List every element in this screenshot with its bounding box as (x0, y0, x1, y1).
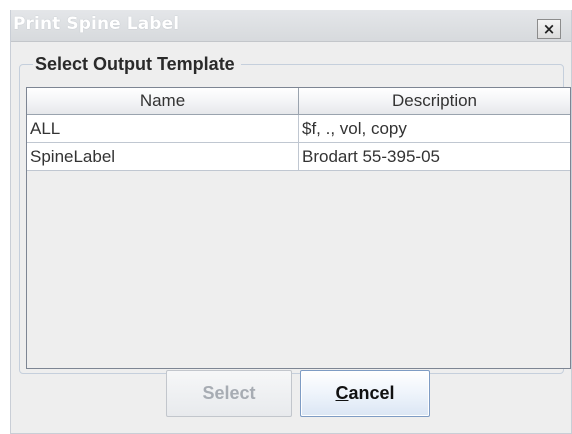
cancel-button[interactable]: Cancel (300, 370, 430, 417)
column-header-description[interactable]: Description (299, 88, 570, 114)
close-icon: × (542, 20, 556, 38)
group-title: Select Output Template (33, 54, 241, 75)
cancel-button-label: ancel (348, 383, 395, 403)
table-header: Name Description (27, 88, 570, 115)
select-button-label: Select (202, 383, 256, 403)
cell-name: SpineLabel (27, 143, 299, 170)
close-button[interactable]: × (537, 19, 561, 39)
print-spine-label-dialog: Print Spine Label × Select Output Templa… (10, 10, 572, 434)
cancel-mnemonic: C (335, 383, 349, 403)
cell-description: $f, ., vol, copy (302, 118, 407, 138)
table-row[interactable]: SpineLabel Brodart 55-395-05 (27, 143, 570, 171)
table-row[interactable]: ALL $f, ., vol, copy (27, 115, 570, 143)
column-header-name[interactable]: Name (27, 88, 299, 114)
template-table: Name Description ALL $f, ., vol, copy Sp… (26, 87, 571, 369)
cell-name: ALL (27, 115, 299, 142)
cell-description: Brodart 55-395-05 (302, 146, 440, 166)
select-button[interactable]: Select (166, 370, 292, 417)
dialog-title: Print Spine Label (13, 14, 180, 34)
title-bar[interactable]: Print Spine Label × (11, 10, 571, 42)
